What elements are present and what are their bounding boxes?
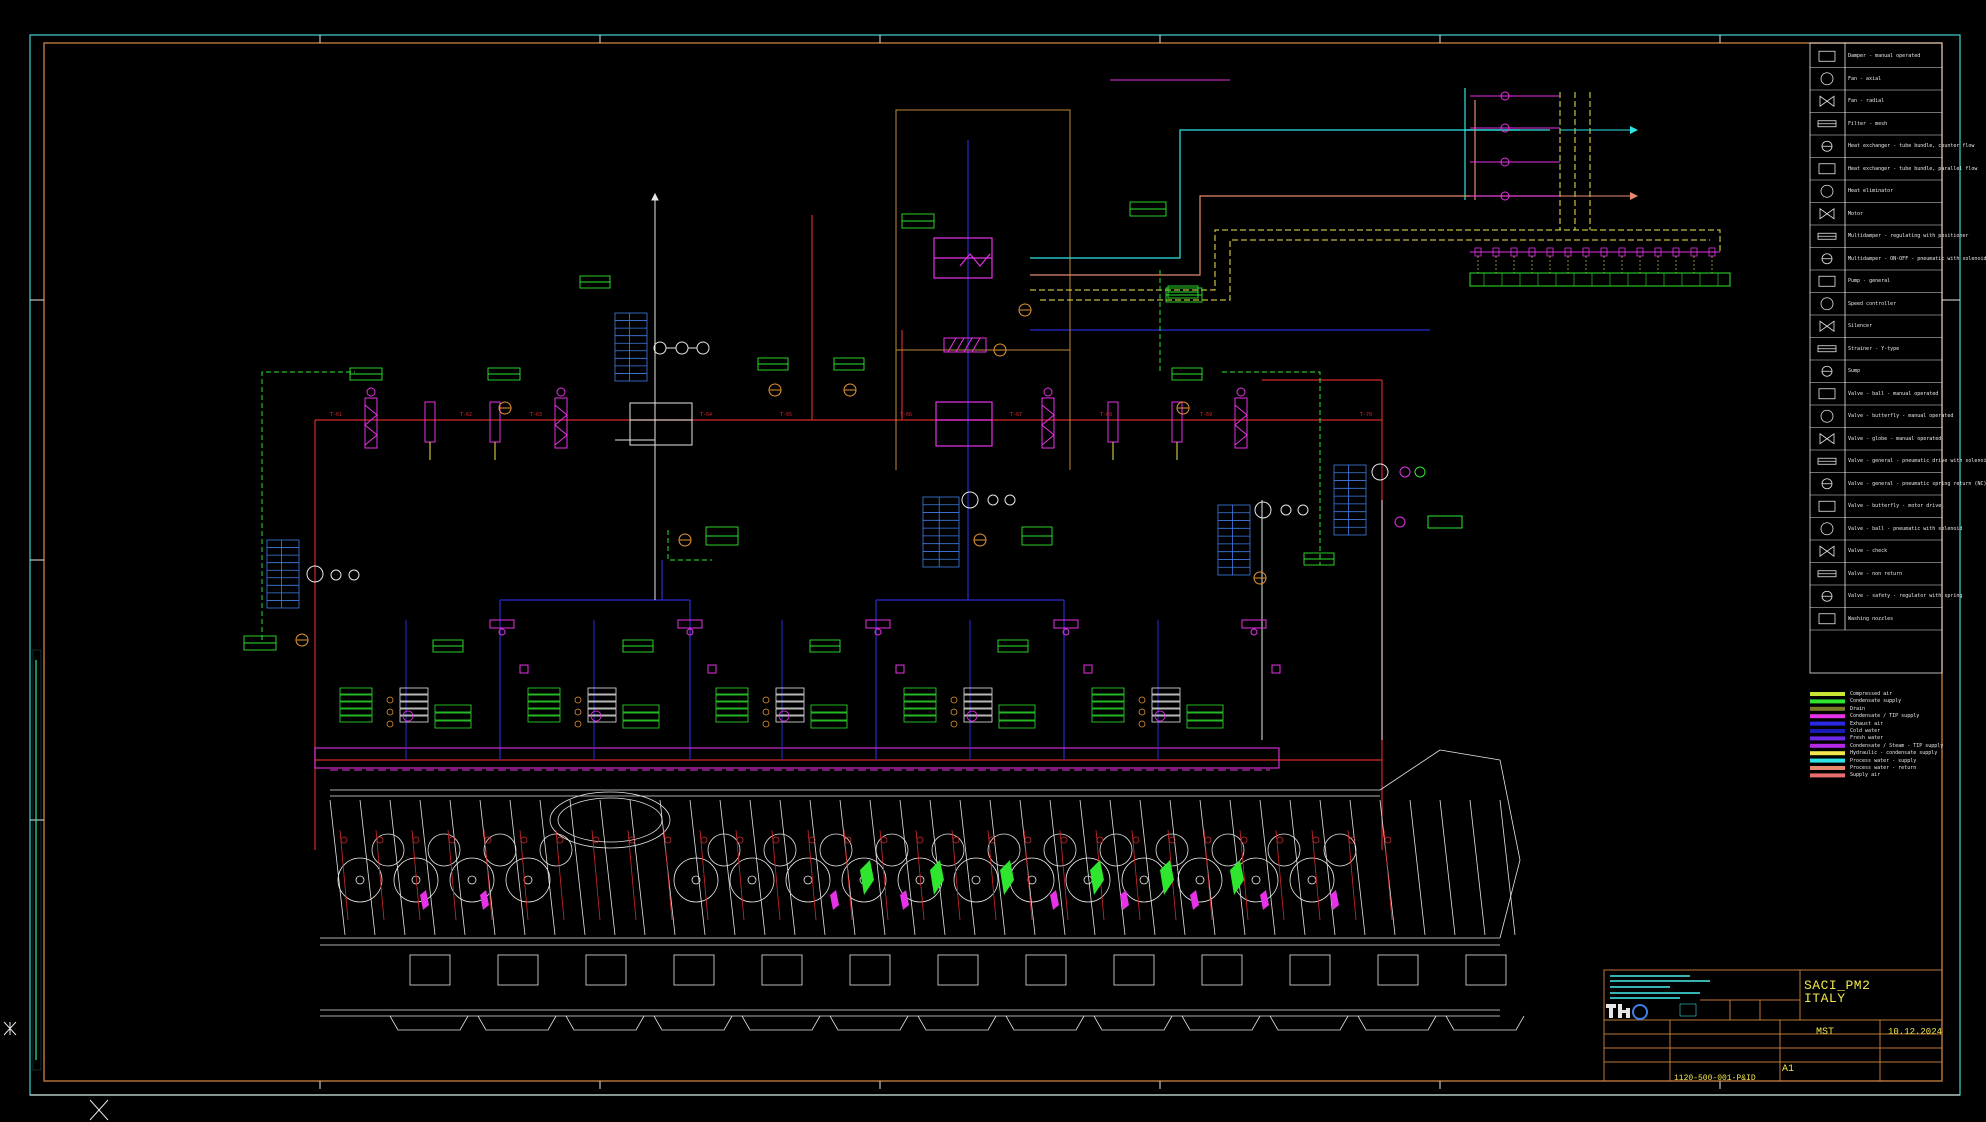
- legend-symbol-label: Valve - general - pneumatic drive with s…: [1848, 458, 1986, 465]
- legend-symbol-label: Valve - butterfly - motor drive: [1848, 503, 1942, 510]
- line-swatch: [1810, 721, 1845, 726]
- drawn-by: MST: [1816, 1027, 1835, 1038]
- sensor-label: T-63: [530, 412, 543, 418]
- legend-symbol-label: Pump - general: [1848, 278, 1891, 285]
- sheet-size: A1: [1782, 1064, 1795, 1075]
- line-swatch: [1810, 692, 1845, 696]
- legend-symbol-label: Sump: [1848, 368, 1861, 375]
- legend-symbol-label: Valve - check: [1848, 548, 1888, 555]
- line-type-label: Process water - return: [1850, 765, 1917, 771]
- line-swatch: [1810, 766, 1845, 770]
- legend-symbol-label: Heat exchanger - tube bundle, parallel f…: [1848, 165, 1978, 172]
- legend-symbol-label: Valve - ball - pneumatic with solenoid: [1848, 525, 1963, 532]
- legend-symbol-label: Motor: [1848, 210, 1864, 217]
- drawing-date: 10.12.2024: [1888, 1027, 1943, 1037]
- legend-symbol-label: Multidamper - ON-OFF - pneumatic with so…: [1848, 255, 1986, 262]
- line-swatch: [1810, 699, 1845, 704]
- sensor-label: T-66: [900, 412, 913, 418]
- line-type-label: Exhaust air: [1850, 720, 1884, 727]
- line-swatch: [1810, 743, 1845, 748]
- legend-symbol-label: Valve - non return: [1848, 570, 1903, 577]
- legend-symbol-label: Valve - safety - regulator with spring: [1848, 593, 1963, 600]
- line-swatch: [1810, 706, 1845, 711]
- line-swatch: [1810, 751, 1845, 756]
- legend-symbol-label: Multidamper - regulating with positioner: [1848, 233, 1969, 240]
- line-swatch: [1810, 758, 1845, 763]
- line-type-label: Condensate / TIP supply: [1850, 713, 1920, 720]
- sensor-label: T-67: [1010, 412, 1023, 418]
- line-type-label: Cold water: [1850, 728, 1881, 734]
- line-type-label: Supply air: [1850, 772, 1881, 779]
- project-location: ITALY: [1804, 991, 1846, 1006]
- drawing-number: 1120-500-001-P&ID: [1674, 1074, 1756, 1083]
- line-swatch: [1810, 773, 1845, 778]
- sensor-label: T-70: [1360, 412, 1373, 418]
- line-type-label: Compressed air: [1850, 691, 1893, 697]
- sensor-label: T-69: [1200, 412, 1213, 418]
- pid-drawing: [0, 0, 1986, 1122]
- legend-symbol-label: Washing nozzles: [1848, 615, 1894, 622]
- line-type-label: Condensate supply: [1850, 698, 1902, 705]
- legend-symbol-label: Valve - ball - manual operated: [1848, 390, 1939, 397]
- line-type-label: Fresh water: [1850, 735, 1884, 742]
- legend-symbol-label: Filter - mesh: [1848, 120, 1888, 127]
- line-type-label: Process water - supply: [1850, 757, 1917, 764]
- legend-symbol-label: Valve - globe - manual operated: [1848, 435, 1942, 442]
- legend-symbol-label: Heat exchanger - tube bundle, counter fl…: [1848, 143, 1975, 150]
- legend-symbol-label: Heat eliminator: [1848, 188, 1894, 195]
- legend-symbol-label: Fan - axial: [1848, 75, 1882, 82]
- line-swatch: [1810, 729, 1845, 733]
- sensor-label: T-62: [460, 412, 473, 418]
- legend-symbol-label: Damper - manual operated: [1848, 53, 1921, 60]
- sensor-label: T-61: [330, 412, 343, 418]
- line-type-label: Condensate / Steam - TIP supply: [1850, 742, 1944, 749]
- legend-symbol-label: Fan - radial: [1848, 98, 1885, 105]
- sensor-label: T-65: [780, 412, 793, 418]
- sensor-label: T-68: [1100, 412, 1113, 418]
- legend-symbol-label: Valve - general - pneumatic spring retur…: [1848, 480, 1986, 487]
- sensor-label: T-64: [700, 412, 713, 418]
- line-swatch: [1810, 736, 1845, 741]
- line-type-label: Drain: [1850, 705, 1866, 712]
- legend-symbol-label: Valve - butterfly - manual operated: [1848, 413, 1954, 420]
- legend-symbol-label: Silencer: [1848, 323, 1873, 330]
- legend-symbol-label: Speed controller: [1848, 300, 1897, 307]
- line-swatch: [1810, 714, 1845, 719]
- line-type-label: Hydraulic - condensate supply: [1850, 750, 1938, 757]
- legend-symbol-label: Strainer - Y-type: [1848, 345, 1900, 352]
